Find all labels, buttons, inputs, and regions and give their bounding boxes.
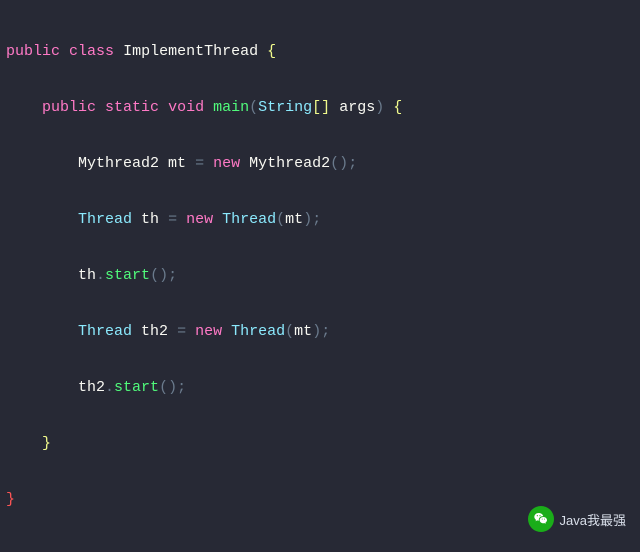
- keyword: class: [69, 43, 114, 60]
- code-line: th.start();: [6, 262, 634, 290]
- paren: ): [312, 323, 321, 340]
- brace: {: [393, 99, 402, 116]
- keyword: new: [213, 155, 240, 172]
- identifier: th2: [141, 323, 168, 340]
- op: =: [177, 323, 186, 340]
- identifier: mt: [168, 155, 186, 172]
- op: =: [195, 155, 204, 172]
- blank-line: [6, 542, 634, 552]
- paren: (: [330, 155, 339, 172]
- class-name: ImplementThread: [123, 43, 258, 60]
- wechat-icon: [528, 506, 554, 532]
- brace: }: [42, 435, 51, 452]
- code-line: Thread th2 = new Thread(mt);: [6, 318, 634, 346]
- keyword: public: [42, 99, 96, 116]
- code-line: public static void main(String[] args) {: [6, 94, 634, 122]
- code-line: th2.start();: [6, 374, 634, 402]
- paren: (: [159, 379, 168, 396]
- keyword: void: [168, 99, 204, 116]
- semicolon: ;: [312, 211, 321, 228]
- method-name: main: [213, 99, 249, 116]
- paren: ): [303, 211, 312, 228]
- paren: ): [159, 267, 168, 284]
- keyword: static: [105, 99, 159, 116]
- type: Thread: [78, 211, 132, 228]
- dot: .: [105, 379, 114, 396]
- paren: ): [168, 379, 177, 396]
- identifier: th2: [78, 379, 105, 396]
- watermark: Java我最强: [528, 506, 626, 532]
- identifier: mt: [294, 323, 312, 340]
- code-line: public class ImplementThread {: [6, 38, 634, 66]
- paren: (: [285, 323, 294, 340]
- watermark-text: Java我最强: [560, 510, 626, 529]
- code-line: }: [6, 430, 634, 458]
- keyword: new: [186, 211, 213, 228]
- type: Thread: [78, 323, 132, 340]
- keyword: new: [195, 323, 222, 340]
- semicolon: ;: [177, 379, 186, 396]
- paren: (: [150, 267, 159, 284]
- code-line: Mythread2 mt = new Mythread2();: [6, 150, 634, 178]
- ctor: Mythread2: [249, 155, 330, 172]
- brace: {: [267, 43, 276, 60]
- semicolon: ;: [348, 155, 357, 172]
- paren: (: [249, 99, 258, 116]
- identifier: mt: [285, 211, 303, 228]
- paren: ): [375, 99, 384, 116]
- method-name: start: [114, 379, 159, 396]
- keyword: public: [6, 43, 60, 60]
- bracket: [: [312, 99, 321, 116]
- code-editor[interactable]: public class ImplementThread { public st…: [0, 0, 640, 552]
- identifier: args: [339, 99, 375, 116]
- type: String: [258, 99, 312, 116]
- bracket: ]: [321, 99, 330, 116]
- type: Mythread2: [78, 155, 159, 172]
- identifier: th: [78, 267, 96, 284]
- ctor: Thread: [222, 211, 276, 228]
- paren: ): [339, 155, 348, 172]
- dot: .: [96, 267, 105, 284]
- semicolon: ;: [321, 323, 330, 340]
- ctor: Thread: [231, 323, 285, 340]
- code-line: Thread th = new Thread(mt);: [6, 206, 634, 234]
- op: =: [168, 211, 177, 228]
- paren: (: [276, 211, 285, 228]
- method-name: start: [105, 267, 150, 284]
- semicolon: ;: [168, 267, 177, 284]
- identifier: th: [141, 211, 159, 228]
- brace: }: [6, 491, 15, 508]
